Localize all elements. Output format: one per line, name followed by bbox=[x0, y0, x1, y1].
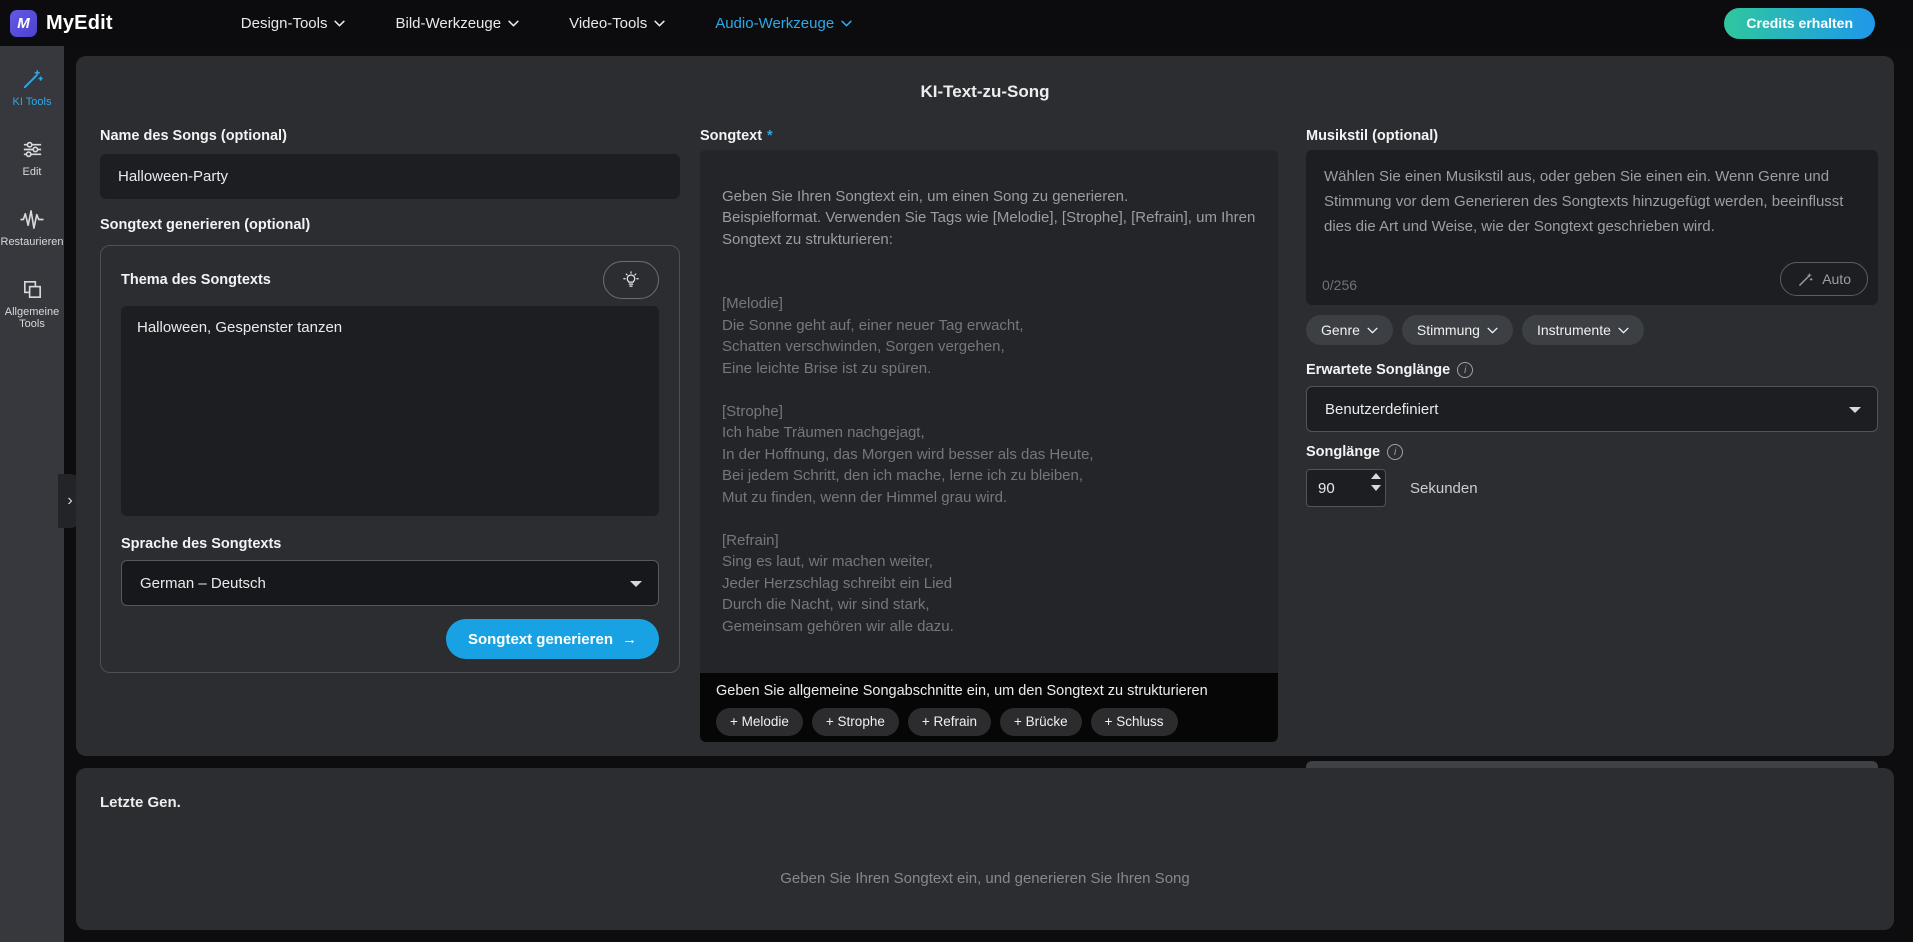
expected-length-select[interactable]: Benutzerdefiniert bbox=[1306, 386, 1878, 432]
duration-stepper bbox=[1371, 473, 1381, 491]
chevron-down-icon bbox=[841, 20, 852, 27]
generate-lyrics-label: Songtext generieren bbox=[468, 631, 613, 648]
nav-audio-werkzeuge[interactable]: Audio-Werkzeuge bbox=[715, 15, 852, 32]
songtext-column: Songtext * Geben Sie Ihren Songtext ein, … bbox=[700, 128, 1278, 742]
brand-name: MyEdit bbox=[46, 12, 113, 35]
language-select-value: German – Deutsch bbox=[140, 575, 266, 592]
music-style-input[interactable]: Wählen Sie einen Musikstil aus, oder geb… bbox=[1306, 150, 1878, 305]
add-melodie-tag-button[interactable]: + Melodie bbox=[716, 708, 803, 736]
theme-textarea[interactable]: Halloween, Gespenster tanzen bbox=[121, 306, 659, 516]
char-counter: 0/256 bbox=[1322, 277, 1357, 293]
songtext-input[interactable]: Geben Sie Ihren Songtext ein, um einen S… bbox=[700, 150, 1278, 673]
songtext-editor: Geben Sie Ihren Songtext ein, um einen S… bbox=[700, 150, 1278, 742]
overlapping-squares-icon bbox=[21, 278, 44, 301]
language-select[interactable]: German – Deutsch bbox=[121, 560, 659, 606]
recent-empty-message: Geben Sie Ihren Songtext ein, und generi… bbox=[76, 870, 1894, 887]
chevron-down-icon bbox=[1487, 327, 1498, 334]
language-label: Sprache des Songtexts bbox=[121, 536, 659, 552]
credits-erhalten-button[interactable]: Credits erhalten bbox=[1724, 8, 1875, 39]
lightbulb-icon bbox=[621, 270, 641, 290]
theme-label: Thema des Songtexts bbox=[121, 272, 271, 288]
add-strophe-tag-button[interactable]: + Strophe bbox=[812, 708, 899, 736]
nav-label: Bild-Werkzeuge bbox=[395, 15, 501, 32]
sliders-icon bbox=[21, 138, 44, 161]
stepper-up-icon[interactable] bbox=[1371, 473, 1381, 479]
section-tag-row: + Melodie + Strophe + Refrain + Brücke +… bbox=[716, 708, 1262, 736]
songtext-label-text: Songtext bbox=[700, 128, 762, 144]
dropdown-caret-icon bbox=[1849, 407, 1861, 413]
nav-label: Audio-Werkzeuge bbox=[715, 15, 834, 32]
song-name-label: Name des Songs (optional) bbox=[100, 128, 680, 144]
sidebar-item-label: Edit bbox=[23, 166, 42, 178]
chevron-down-icon bbox=[1367, 327, 1378, 334]
arrow-right-icon: → bbox=[622, 631, 637, 648]
required-asterisk: * bbox=[767, 128, 773, 144]
chevron-down-icon bbox=[334, 20, 345, 27]
nav-bild-werkzeuge[interactable]: Bild-Werkzeuge bbox=[395, 15, 519, 32]
magic-wand-icon bbox=[21, 68, 44, 91]
nav-video-tools[interactable]: Video-Tools bbox=[569, 15, 665, 32]
expected-length-value: Benutzerdefiniert bbox=[1325, 401, 1438, 418]
add-refrain-tag-button[interactable]: + Refrain bbox=[908, 708, 991, 736]
app-window: M MyEdit Design-Tools Bild-Werkzeuge Vid… bbox=[0, 0, 1913, 942]
generate-lyrics-button[interactable]: Songtext generieren → bbox=[446, 619, 659, 659]
stimmung-label: Stimmung bbox=[1417, 322, 1480, 338]
chevron-down-icon bbox=[1618, 327, 1629, 334]
lyrics-generator-card: Thema des Songtexts Halloween, Gespenste… bbox=[100, 245, 680, 673]
nav-design-tools[interactable]: Design-Tools bbox=[241, 15, 346, 32]
lyrics-generator-heading: Songtext generieren (optional) bbox=[100, 217, 680, 233]
instrumente-label: Instrumente bbox=[1537, 322, 1611, 338]
nav-label: Video-Tools bbox=[569, 15, 647, 32]
top-navbar: M MyEdit Design-Tools Bild-Werkzeuge Vid… bbox=[0, 0, 1913, 46]
music-style-column: Musikstil (optional) Wählen Sie einen Mu… bbox=[1306, 128, 1878, 712]
songtext-label: Songtext * bbox=[700, 128, 1278, 144]
waveform-icon bbox=[19, 208, 45, 231]
idea-suggestion-button[interactable] bbox=[603, 261, 659, 299]
main-panel: KI-Text-zu-Song Name des Songs (optional… bbox=[76, 56, 1894, 756]
dropdown-caret-icon bbox=[630, 581, 642, 587]
genre-dropdown[interactable]: Genre bbox=[1306, 315, 1393, 345]
sidebar-item-label: Restaurieren bbox=[1, 236, 64, 248]
recent-generations-panel: Letzte Gen. Geben Sie Ihren Songtext ein… bbox=[76, 768, 1894, 930]
nav-label: Design-Tools bbox=[241, 15, 328, 32]
chevron-down-icon bbox=[654, 20, 665, 27]
duration-row: Sekunden bbox=[1306, 469, 1878, 507]
song-setup-column: Name des Songs (optional) Songtext gener… bbox=[100, 128, 680, 673]
instrumente-dropdown[interactable]: Instrumente bbox=[1522, 315, 1644, 345]
magic-wand-icon bbox=[1797, 271, 1814, 288]
brand[interactable]: M MyEdit bbox=[10, 10, 113, 37]
structure-hint: Geben Sie allgemeine Songabschnitte ein,… bbox=[716, 683, 1262, 699]
page-title: KI-Text-zu-Song bbox=[76, 82, 1894, 102]
style-filter-row: Genre Stimmung Instrumente bbox=[1306, 315, 1878, 345]
stimmung-dropdown[interactable]: Stimmung bbox=[1402, 315, 1513, 345]
sidebar-item-label: Allgemeine Tools bbox=[0, 306, 64, 330]
auto-button-label: Auto bbox=[1822, 271, 1851, 287]
chevron-down-icon bbox=[508, 20, 519, 27]
left-sidebar: KI Tools Edit Restaurieren Allgemeine To… bbox=[0, 46, 64, 942]
add-schluss-tag-button[interactable]: + Schluss bbox=[1091, 708, 1178, 736]
sidebar-item-ki-tools[interactable]: KI Tools bbox=[0, 68, 64, 108]
songtext-placeholder-intro: Geben Sie Ihren Songtext ein, um einen S… bbox=[722, 186, 1256, 251]
stepper-down-icon[interactable] bbox=[1371, 485, 1381, 491]
genre-label: Genre bbox=[1321, 322, 1360, 338]
sidebar-item-label: KI Tools bbox=[13, 96, 52, 108]
recent-heading: Letzte Gen. bbox=[100, 794, 181, 811]
sidebar-item-edit[interactable]: Edit bbox=[0, 138, 64, 178]
music-style-heading: Musikstil (optional) bbox=[1306, 128, 1878, 144]
main-menu: Design-Tools Bild-Werkzeuge Video-Tools … bbox=[241, 15, 852, 32]
info-icon[interactable]: i bbox=[1387, 444, 1403, 460]
songtext-structure-footer: Geben Sie allgemeine Songabschnitte ein,… bbox=[700, 673, 1278, 743]
songtext-placeholder-example: [Melodie] Die Sonne geht auf, einer neue… bbox=[722, 293, 1256, 637]
auto-style-button[interactable]: Auto bbox=[1780, 262, 1868, 296]
sidebar-item-restaurieren[interactable]: Restaurieren bbox=[0, 208, 64, 248]
duration-label: Songlänge bbox=[1306, 444, 1380, 460]
info-icon[interactable]: i bbox=[1457, 362, 1473, 378]
sidebar-item-allgemeine-tools[interactable]: Allgemeine Tools bbox=[0, 278, 64, 330]
myedit-logo-icon: M bbox=[10, 10, 37, 37]
duration-unit: Sekunden bbox=[1410, 480, 1478, 497]
song-name-input[interactable] bbox=[100, 154, 680, 199]
music-style-placeholder: Wählen Sie einen Musikstil aus, oder geb… bbox=[1324, 164, 1860, 239]
add-bruecke-tag-button[interactable]: + Brücke bbox=[1000, 708, 1082, 736]
expected-length-label: Erwartete Songlänge bbox=[1306, 362, 1450, 378]
